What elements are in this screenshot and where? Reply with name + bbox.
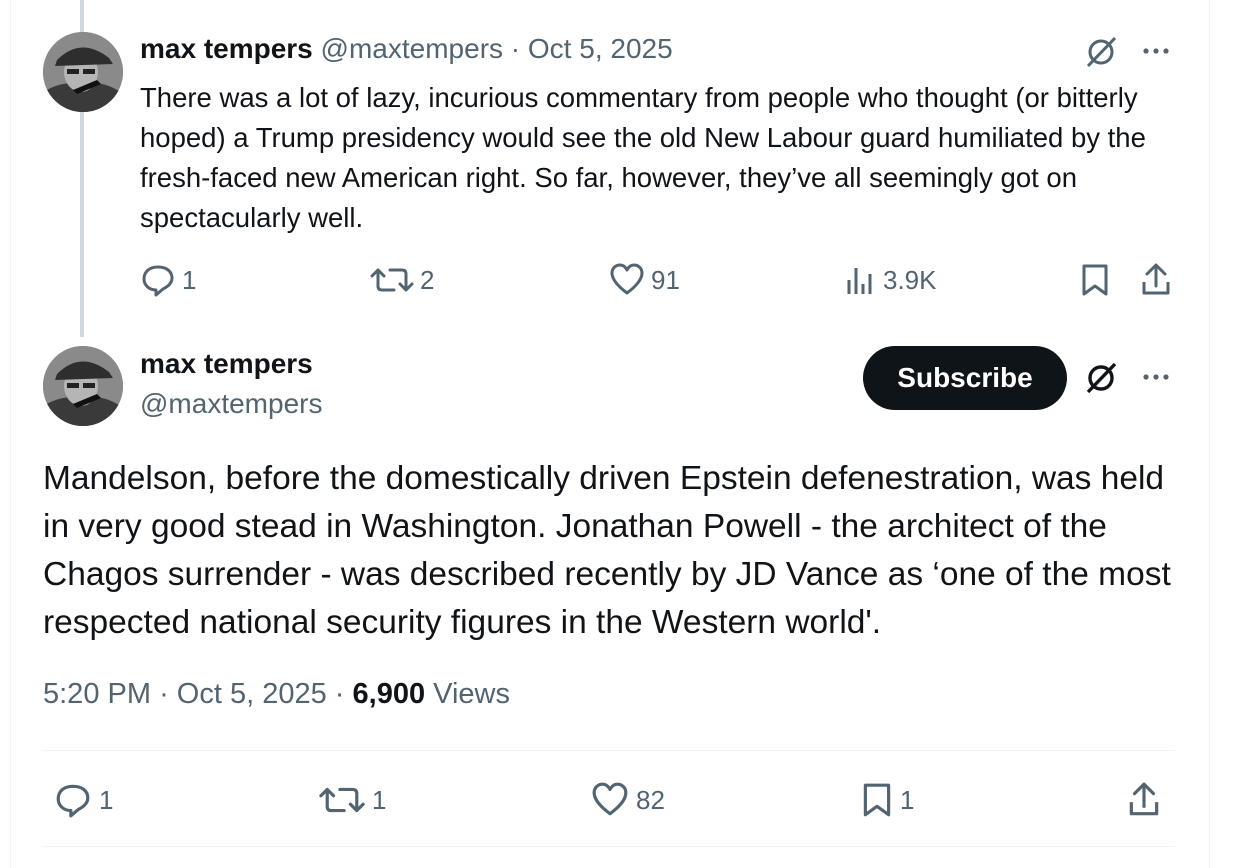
author-name[interactable]: max tempers [140,348,313,380]
repost-count: 1 [372,784,387,815]
subscribe-button[interactable]: Subscribe [863,346,1067,410]
separator: · [510,33,521,64]
post-text: Mandelson, before the domestically drive… [43,460,1171,641]
author-name[interactable]: max tempers [140,33,313,64]
share-icon [1140,262,1172,298]
bookmark-icon [1079,262,1111,298]
grok-icon[interactable] [1083,34,1119,70]
share-icon [1127,781,1161,819]
more-icon[interactable] [1141,364,1171,390]
divider [43,750,1175,751]
reply-count: 1 [99,784,114,815]
heart-icon [590,781,630,819]
post-date[interactable]: Oct 5, 2025 [528,33,673,64]
views-count: 3.9K [883,264,937,295]
divider [43,846,1175,847]
share-button[interactable] [1140,262,1172,298]
repost-icon [318,781,366,819]
repost-button[interactable]: 2 [370,262,434,298]
separator: · [334,678,345,710]
views-button[interactable]: 3.9K [845,262,937,298]
avatar[interactable] [43,346,123,426]
reply-icon [140,262,176,298]
views-icon [845,262,877,298]
bookmark-button[interactable] [1079,262,1111,298]
repost-count: 2 [420,264,435,295]
grok-icon[interactable] [1083,360,1119,396]
more-icon[interactable] [1141,38,1171,64]
post-time[interactable]: 5:20 PM [43,678,151,710]
reply-button[interactable]: 1 [53,781,113,819]
repost-icon [370,262,414,298]
reply-button[interactable]: 1 [140,262,196,298]
post-date[interactable]: Oct 5, 2025 [177,678,327,710]
bookmark-icon [860,781,894,819]
author-handle[interactable]: @maxtempers [140,388,322,420]
like-count: 91 [651,264,680,295]
like-count: 82 [636,784,665,815]
post-metadata: 5:20 PM · Oct 5, 2025 · 6,900 Views [43,678,510,711]
views-label: Views [433,678,511,710]
reply-icon [53,781,93,819]
heart-icon [609,262,645,298]
author-handle[interactable]: @maxtempers [321,33,503,64]
reply-header: max tempers @maxtempers · Oct 5, 2025 [140,33,673,65]
repost-button[interactable]: 1 [318,781,386,819]
like-button[interactable]: 91 [609,262,680,298]
separator: · [159,678,169,710]
bookmark-count: 1 [900,784,915,815]
reply-text: There was a lot of lazy, incurious comme… [140,82,1146,233]
like-button[interactable]: 82 [590,781,665,819]
avatar[interactable] [43,32,123,112]
reply-count: 1 [182,264,197,295]
share-button[interactable] [1127,781,1161,819]
views-count: 6,900 [352,678,426,710]
bookmark-button[interactable]: 1 [860,781,914,819]
